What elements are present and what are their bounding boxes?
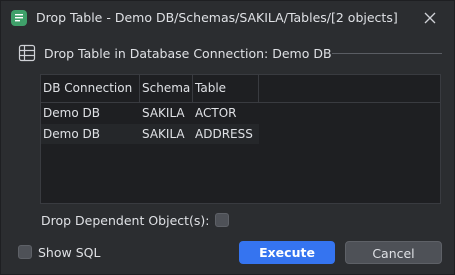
cell-db-connection: Demo DB xyxy=(43,106,100,120)
drop-dependent-label: Drop Dependent Object(s): xyxy=(41,213,210,228)
section-title: Drop Table in Database Connection: Demo … xyxy=(44,46,332,61)
database-sql-icon xyxy=(11,10,27,26)
objects-table[interactable]: DB Connection Schema Table Demo DB SAKIL… xyxy=(40,74,441,204)
cancel-button[interactable]: Cancel xyxy=(345,241,442,264)
cell-table: ACTOR xyxy=(195,106,237,120)
table-row[interactable]: Demo DB SAKILA ACTOR xyxy=(41,103,259,123)
close-button[interactable] xyxy=(417,6,443,30)
title-bar: Drop Table - Demo DB/Schemas/SAKILA/Tabl… xyxy=(1,1,454,35)
table-icon xyxy=(18,44,36,62)
window-title: Drop Table - Demo DB/Schemas/SAKILA/Tabl… xyxy=(36,10,398,25)
execute-button[interactable]: Execute xyxy=(239,241,335,264)
show-sql-checkbox[interactable] xyxy=(18,245,32,259)
column-header-table[interactable]: Table xyxy=(193,75,259,102)
drop-table-dialog: Drop Table - Demo DB/Schemas/SAKILA/Tabl… xyxy=(0,0,455,275)
section-header: Drop Table in Database Connection: Demo … xyxy=(18,44,443,64)
cell-schema: SAKILA xyxy=(142,127,185,141)
column-header-schema[interactable]: Schema xyxy=(140,75,193,102)
cell-db-connection: Demo DB xyxy=(43,127,100,141)
cell-table: ADDRESS xyxy=(195,127,253,141)
show-sql-label[interactable]: Show SQL xyxy=(38,245,100,260)
cell-schema: SAKILA xyxy=(142,106,185,120)
table-header-filler xyxy=(261,75,440,103)
close-icon xyxy=(424,12,436,24)
table-row[interactable]: Demo DB SAKILA ADDRESS xyxy=(41,124,259,144)
table-header: DB Connection Schema Table xyxy=(41,75,261,103)
section-divider xyxy=(332,53,442,54)
column-header-db-connection[interactable]: DB Connection xyxy=(41,75,140,102)
drop-dependent-checkbox[interactable] xyxy=(215,213,229,227)
